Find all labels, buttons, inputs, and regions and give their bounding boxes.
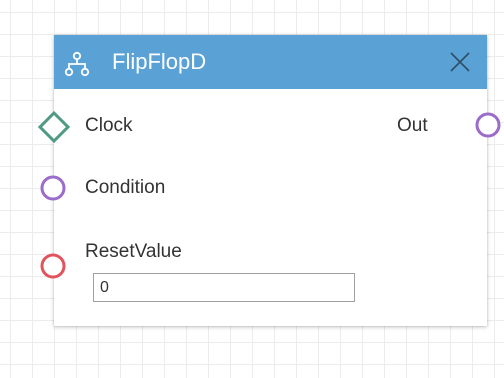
out-label: Out [397,115,428,136]
reset-value-port-circle-icon[interactable] [38,251,68,281]
sitemap-icon [64,51,90,77]
clock-label: Clock [85,115,133,136]
reset-value-input[interactable] [93,273,355,302]
reset-value-label: ResetValue [85,241,182,262]
condition-port-circle-icon[interactable] [38,173,68,203]
close-icon[interactable] [447,49,473,75]
node-header[interactable]: FlipFlopD [54,35,487,89]
out-port-circle-icon[interactable] [473,110,503,140]
flipflopd-node[interactable]: FlipFlopD Clock Out Condition ResetValue [54,35,487,326]
clock-port-diamond-icon[interactable] [37,110,71,144]
condition-label: Condition [85,177,166,198]
node-title: FlipFlopD [112,49,207,74]
